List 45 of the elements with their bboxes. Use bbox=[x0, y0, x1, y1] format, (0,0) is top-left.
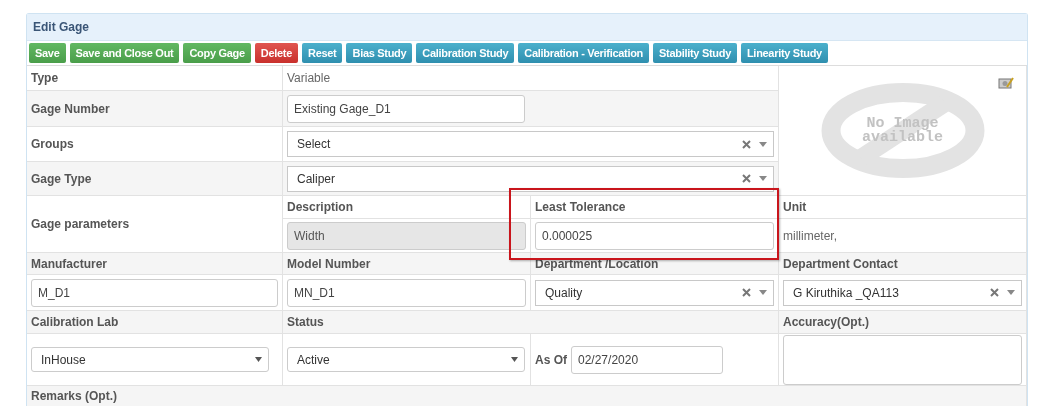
field-label: Department /Location bbox=[535, 256, 659, 271]
field-label: Description bbox=[287, 200, 353, 214]
image-edit-icon[interactable] bbox=[998, 76, 1014, 90]
caret-icon bbox=[255, 357, 262, 362]
clear-icon[interactable] bbox=[742, 139, 751, 149]
field-label: Groups bbox=[31, 137, 74, 151]
field-label: Gage Type bbox=[31, 171, 92, 186]
field-label: Type bbox=[31, 71, 59, 85]
caret-icon bbox=[759, 176, 767, 181]
parameter-field: Width bbox=[287, 221, 526, 250]
field-label: Calibration Lab bbox=[31, 315, 119, 329]
field-label: Model Number bbox=[287, 256, 371, 271]
clear-icon[interactable] bbox=[742, 288, 751, 297]
caret-icon bbox=[759, 141, 767, 147]
calibration-lab-select[interactable]: InHouse bbox=[31, 347, 269, 372]
toolbar-button[interactable]: Delete bbox=[254, 43, 298, 63]
no-image-text: No Image available bbox=[861, 116, 944, 145]
clear-icon[interactable] bbox=[990, 288, 999, 297]
department-select[interactable]: Quality bbox=[535, 279, 774, 306]
manufacturer-field[interactable]: M_D1 bbox=[31, 278, 278, 307]
panel-title: Edit Gage bbox=[33, 20, 89, 34]
field-label: Manufacturer bbox=[31, 256, 107, 271]
field-label: Gage Number bbox=[31, 101, 110, 116]
field-label: Remarks (Opt.) bbox=[31, 389, 118, 403]
gage-number-field[interactable]: Existing Gage_D1 bbox=[287, 94, 525, 123]
groups-select[interactable]: Select bbox=[287, 131, 774, 157]
field-label: Department Contact bbox=[783, 256, 898, 271]
contact-select[interactable]: G Kiruthika _QA113 bbox=[783, 279, 1022, 306]
field-label: Status bbox=[287, 315, 324, 329]
as-of-date-field[interactable]: 02/27/2020 bbox=[571, 345, 723, 374]
gage-type-select[interactable]: Caliper bbox=[287, 165, 774, 192]
clear-icon[interactable] bbox=[742, 174, 751, 183]
field-label: As Of bbox=[535, 352, 567, 367]
caret-icon bbox=[511, 357, 518, 362]
field-label: Unit bbox=[783, 200, 807, 214]
status-select[interactable]: Active bbox=[287, 347, 525, 372]
field-label: Accuracy(Opt.) bbox=[783, 315, 870, 329]
field-label: Gage parameters bbox=[31, 217, 130, 231]
type-value: Variable bbox=[287, 71, 331, 85]
field-label: Least Tolerance bbox=[535, 200, 626, 214]
caret-icon bbox=[759, 290, 767, 295]
unit-value: millimeter, bbox=[783, 228, 837, 243]
model-number-field[interactable]: MN_D1 bbox=[287, 278, 526, 307]
parameter-field[interactable]: 0.000025 bbox=[535, 221, 774, 250]
caret-icon bbox=[1007, 290, 1015, 295]
